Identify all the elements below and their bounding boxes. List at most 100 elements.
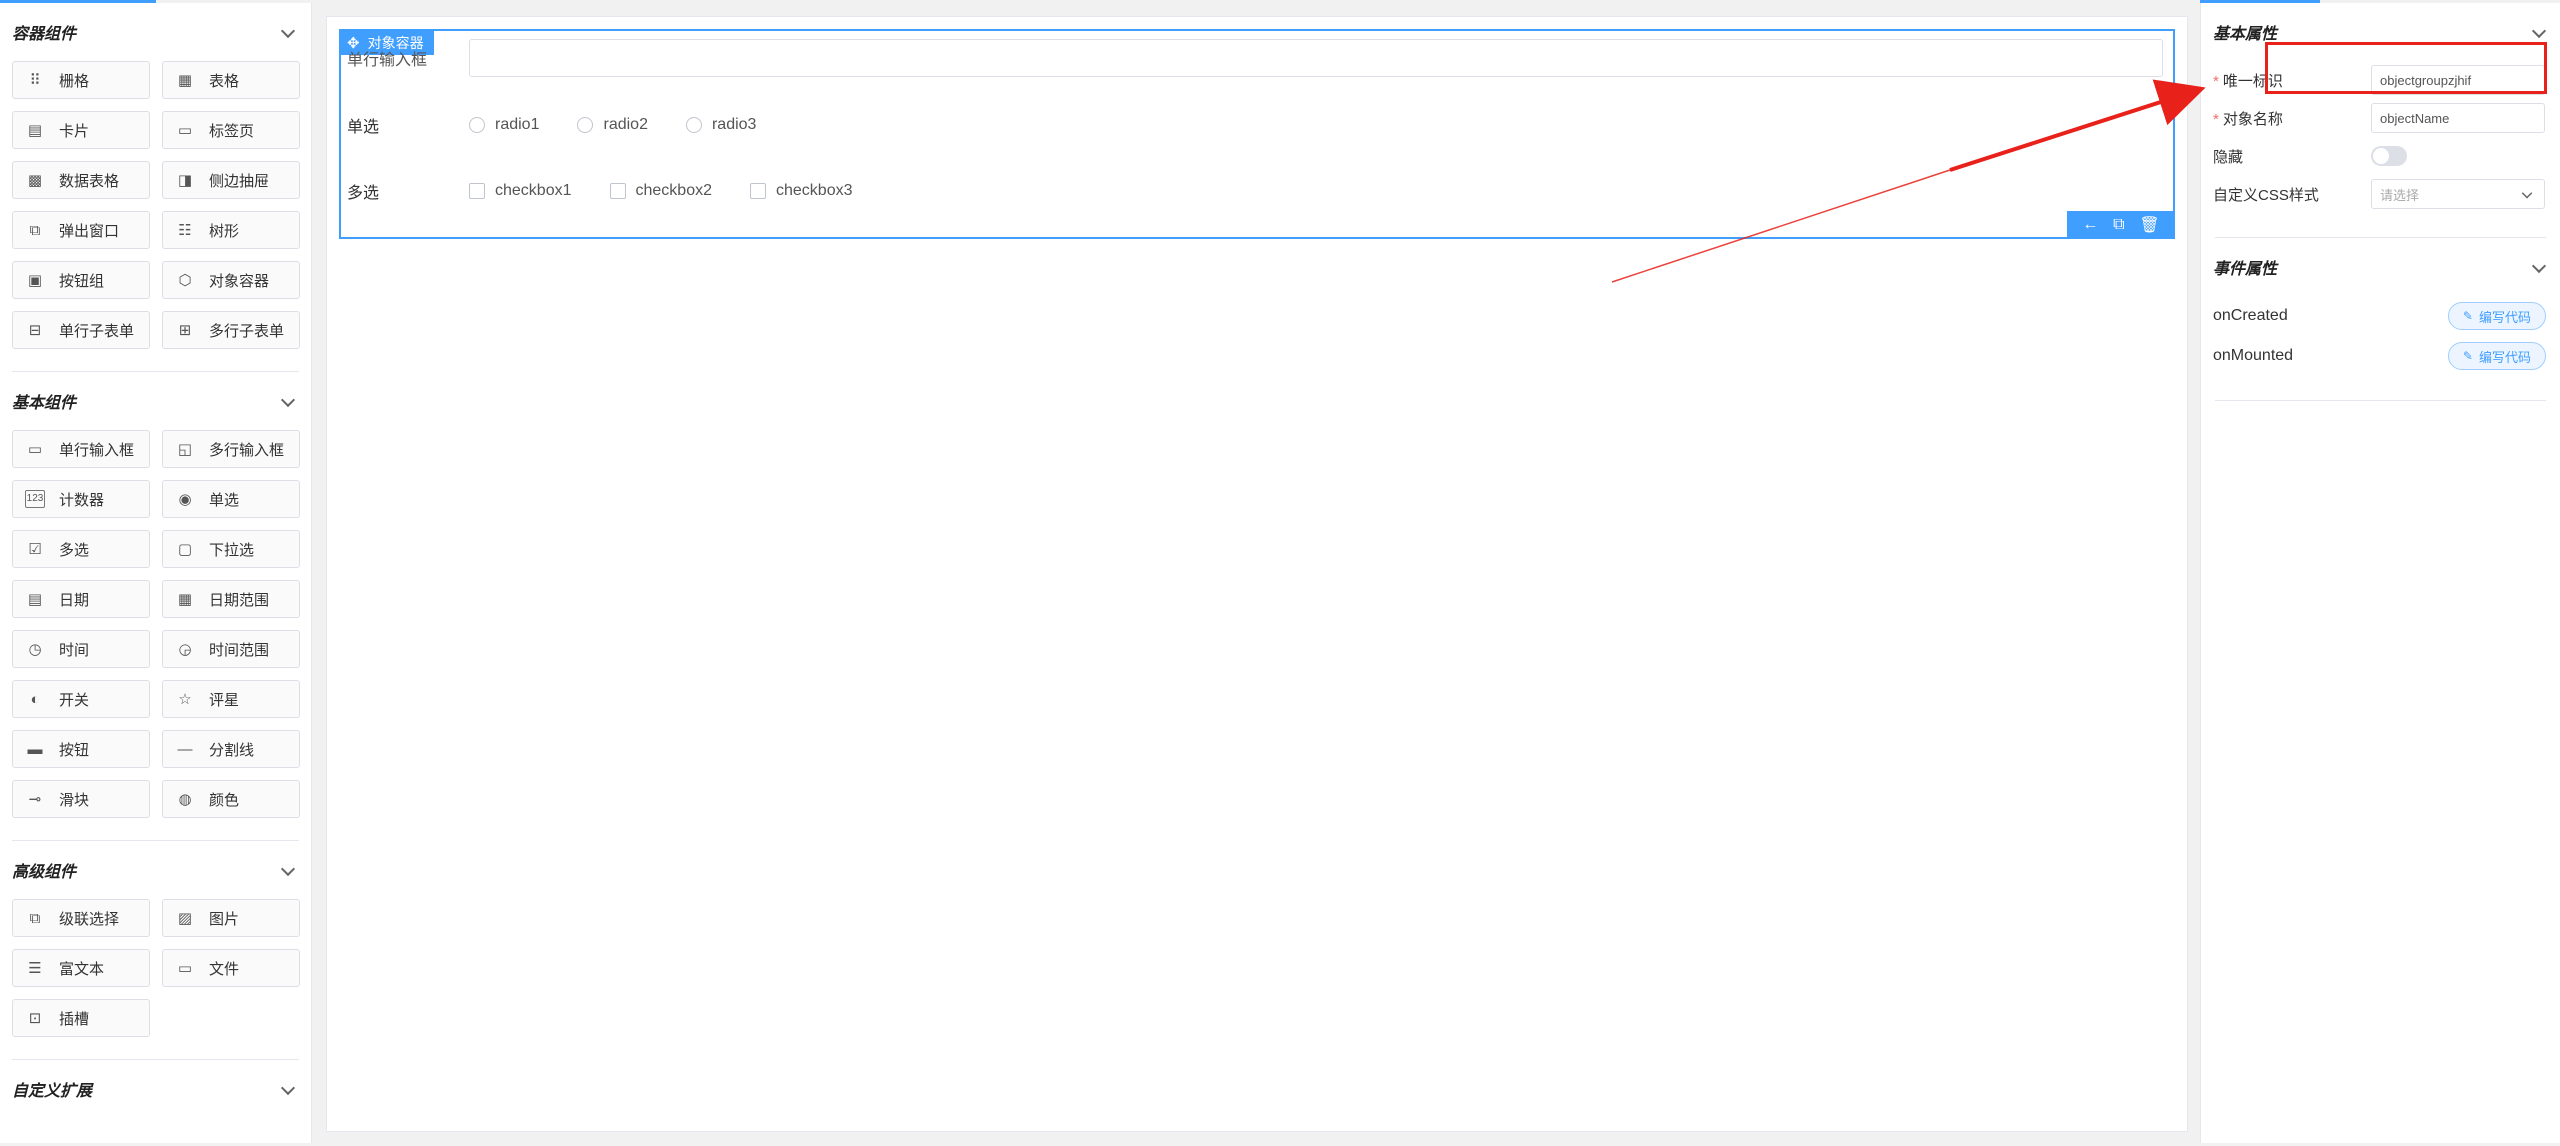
- event-properties-section: 事件属性 onCreated ✎ 编写代码 onMounted ✎ 编写代码: [2201, 238, 2560, 376]
- chevron-down-icon[interactable]: [2532, 260, 2546, 274]
- hidden-switch[interactable]: [2371, 146, 2407, 166]
- widget-single-subform[interactable]: ⊟ 单行子表单: [12, 311, 150, 349]
- chevron-down-icon[interactable]: [281, 1082, 295, 1096]
- widget-rich-text[interactable]: ☰ 富文本: [12, 949, 150, 987]
- widget-grid[interactable]: ⠿ 栅格: [12, 61, 150, 99]
- delete-icon[interactable]: 🗑: [2139, 215, 2159, 235]
- widget-divider[interactable]: — 分割线: [162, 730, 300, 768]
- widget-select[interactable]: ▢ 下拉选: [162, 530, 300, 568]
- widget-drawer[interactable]: ◨ 侧边抽屉: [162, 161, 300, 199]
- date-range-icon: ▦: [177, 590, 193, 608]
- widget-picture[interactable]: ▨ 图片: [162, 899, 300, 937]
- single-line-input[interactable]: [469, 39, 2163, 77]
- widget-label: 栅格: [59, 72, 90, 90]
- radio-option[interactable]: radio3: [685, 116, 756, 134]
- checkbox-option[interactable]: checkbox3: [750, 182, 853, 200]
- checkbox-square[interactable]: [469, 183, 485, 199]
- widget-number[interactable]: 123 计数器: [12, 480, 150, 518]
- select-parent-icon[interactable]: ←: [2082, 216, 2098, 234]
- grid-icon: ⠿: [29, 71, 41, 89]
- basic-properties-section: 基本属性 * 唯一标识 objectgroupzjhif * 对象名称 object…: [2201, 3, 2560, 213]
- object-name-input[interactable]: objectName: [2371, 103, 2545, 133]
- widget-data-table[interactable]: ▩ 数据表格: [12, 161, 150, 199]
- widget-input[interactable]: ▭ 单行输入框: [12, 430, 150, 468]
- widget-slot[interactable]: ⊡ 插槽: [12, 999, 150, 1037]
- multi-subform-icon: ⊞: [178, 321, 192, 339]
- chevron-down-icon[interactable]: [281, 25, 295, 39]
- picture-icon: ▨: [177, 909, 193, 927]
- group-header[interactable]: 高级组件: [12, 841, 299, 899]
- checkbox-square[interactable]: [609, 183, 626, 199]
- radio-circle[interactable]: [685, 117, 702, 133]
- widget-group-custom: 自定义扩展: [0, 1060, 311, 1118]
- widget-time[interactable]: ◷ 时间: [12, 630, 150, 668]
- checkbox-square[interactable]: [750, 183, 766, 199]
- custom-css-select[interactable]: 请选择: [2371, 179, 2545, 209]
- chevron-down-icon[interactable]: [281, 863, 295, 877]
- widget-label: 文件: [209, 960, 240, 978]
- checkbox-option-label: checkbox2: [635, 182, 713, 199]
- widget-table[interactable]: ▦ 表格: [162, 61, 300, 99]
- data-table-icon: ▩: [27, 171, 43, 189]
- widget-radio[interactable]: ◉ 单选: [162, 480, 300, 518]
- event-name: onCreated: [2213, 307, 2288, 324]
- widget-multi-subform[interactable]: ⊞ 多行子表单: [162, 311, 300, 349]
- checkbox-option[interactable]: checkbox1: [469, 182, 572, 200]
- widget-label: 评星: [209, 691, 240, 709]
- write-code-button[interactable]: ✎ 编写代码: [2447, 302, 2546, 330]
- group-header[interactable]: 自定义扩展: [12, 1060, 299, 1118]
- star-icon: ☆: [178, 690, 192, 708]
- widget-cascader[interactable]: ⧉ 级联选择: [12, 899, 150, 937]
- radio-circle[interactable]: [577, 117, 594, 133]
- prop-label-text: 对象名称: [2222, 110, 2283, 128]
- widget-button-group[interactable]: ▣ 按钮组: [12, 261, 150, 299]
- radio-option[interactable]: radio1: [469, 116, 539, 134]
- widget-label: 按钮: [59, 741, 90, 759]
- widget-star[interactable]: ☆ 评星: [162, 680, 300, 718]
- widget-object-container[interactable]: ⬡ 对象容器: [162, 261, 300, 299]
- group-header[interactable]: 基本组件: [12, 372, 299, 430]
- widget-label: 计数器: [59, 491, 105, 509]
- radio-option[interactable]: radio2: [577, 116, 648, 134]
- single-subform-icon: ⊟: [28, 321, 42, 339]
- widget-date-range[interactable]: ▦ 日期范围: [162, 580, 300, 618]
- prop-label: 隐藏: [2213, 148, 2244, 166]
- drawer-icon: ◨: [177, 171, 193, 189]
- radio-option-label: radio1: [495, 116, 540, 133]
- widget-file[interactable]: ▭ 文件: [162, 949, 300, 987]
- card-icon: ▤: [27, 121, 43, 139]
- widget-date[interactable]: ▤ 日期: [12, 580, 150, 618]
- prop-hidden: 隐藏: [2213, 137, 2546, 175]
- widget-label: 单行输入框: [59, 441, 135, 459]
- widget-card[interactable]: ▤ 卡片: [12, 111, 150, 149]
- widget-slider[interactable]: ⊸ 滑块: [12, 780, 150, 818]
- checkbox-option[interactable]: checkbox2: [609, 182, 713, 200]
- group-title: 基本组件: [12, 395, 77, 412]
- widget-label: 级联选择: [59, 910, 120, 928]
- text-field-row: 单行输入框: [347, 39, 2163, 77]
- form-canvas[interactable]: ✥ 对象容器 单行输入框 单选 radio1 radio2 radio3 多选 …: [326, 16, 2188, 1132]
- widget-switch[interactable]: ◐ 开关: [12, 680, 150, 718]
- widget-label: 插槽: [59, 1010, 90, 1028]
- chevron-down-icon[interactable]: [281, 394, 295, 408]
- annotation-highlight-box: [2265, 42, 2547, 94]
- widget-textarea[interactable]: ◱ 多行输入框: [162, 430, 300, 468]
- tree-icon: ☷: [178, 221, 192, 239]
- object-container-selected[interactable]: ✥ 对象容器 单行输入框 单选 radio1 radio2 radio3 多选 …: [339, 29, 2175, 239]
- section-title: 事件属性: [2213, 261, 2278, 278]
- write-code-button[interactable]: ✎ 编写代码: [2447, 342, 2546, 370]
- widget-group-basic: 基本组件 ▭ 单行输入框 ◱ 多行输入框 123 计数器 ◉ 单选 ☑ 多选 ▢ 下拉选 ▤…: [0, 372, 311, 818]
- section-header[interactable]: 事件属性: [2213, 238, 2546, 296]
- cascader-icon: ⧉: [29, 909, 41, 927]
- widget-checkbox[interactable]: ☑ 多选: [12, 530, 150, 568]
- widget-time-range[interactable]: ◶ 时间范围: [162, 630, 300, 668]
- radio-circle[interactable]: [469, 117, 485, 133]
- widget-color[interactable]: ◍ 颜色: [162, 780, 300, 818]
- widget-tree[interactable]: ☷ 树形: [162, 211, 300, 249]
- chevron-down-icon[interactable]: [2532, 25, 2546, 39]
- widget-button[interactable]: ▬ 按钮: [12, 730, 150, 768]
- copy-icon[interactable]: ⧉: [2113, 216, 2124, 234]
- widget-tabs[interactable]: ▭ 标签页: [162, 111, 300, 149]
- widget-dialog[interactable]: ⧉ 弹出窗口: [12, 211, 150, 249]
- group-header[interactable]: 容器组件: [12, 3, 299, 61]
